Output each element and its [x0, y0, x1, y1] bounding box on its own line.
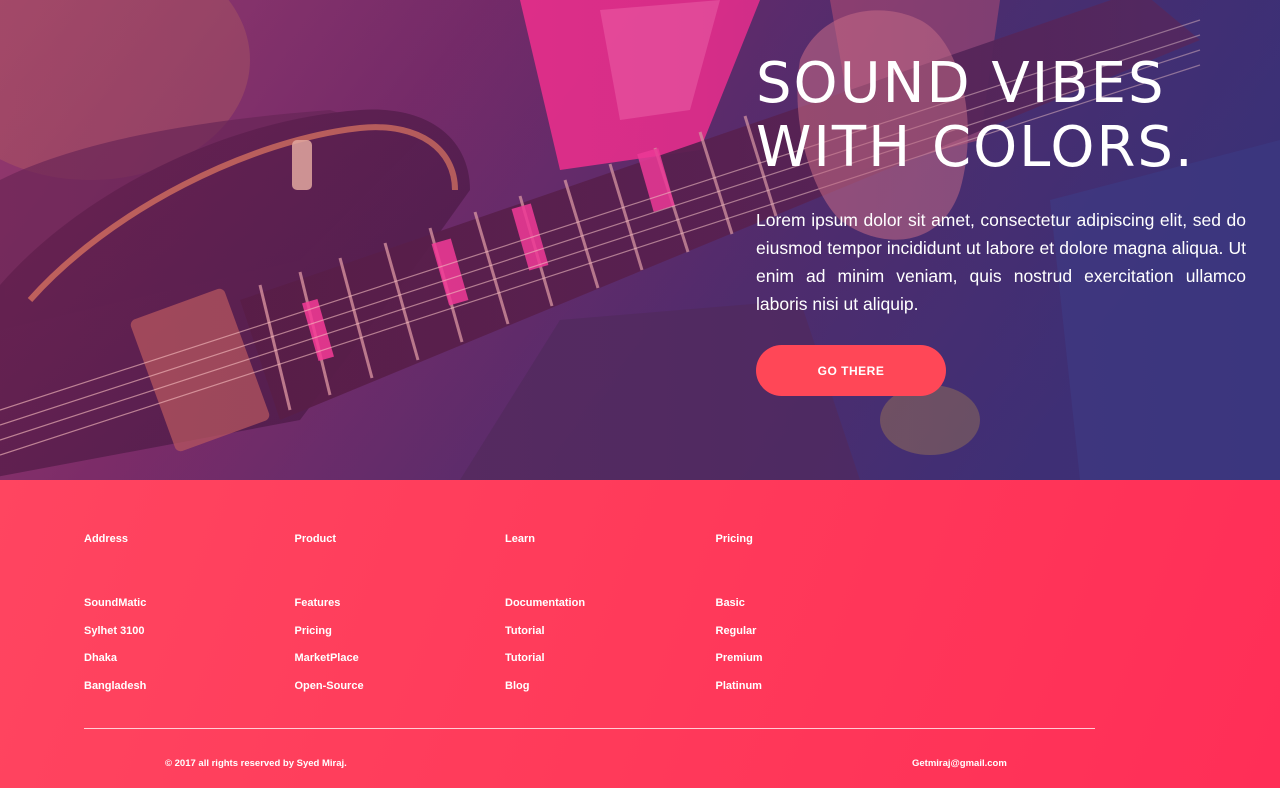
footer-link-blog[interactable]: Blog: [505, 679, 716, 693]
footer-address-line: Bangladesh: [84, 679, 147, 692]
footer: Address SoundMatic Sylhet 3100 Dhaka Ban…: [0, 480, 1280, 788]
footer-divider: [84, 728, 1095, 729]
footer-column-product: Product Features Pricing MarketPlace Ope…: [295, 532, 506, 706]
footer-link-tutorial[interactable]: Tutorial: [505, 651, 716, 665]
footer-list-pricing: Basic Regular Premium Platinum: [716, 596, 927, 693]
footer-link-features[interactable]: Features: [295, 596, 506, 610]
footer-link-platinum[interactable]: Platinum: [716, 679, 927, 693]
footer-link-regular[interactable]: Regular: [716, 624, 927, 638]
hero-title-line-1: SOUND VIBES: [756, 51, 1166, 116]
footer-list-address: SoundMatic Sylhet 3100 Dhaka Bangladesh: [84, 596, 295, 693]
footer-link-open-source[interactable]: Open-Source: [295, 679, 506, 693]
hero-title-line-2: WITH COLORS.: [756, 115, 1195, 180]
footer-link-pricing[interactable]: Pricing: [295, 624, 506, 638]
footer-column-pricing: Pricing Basic Regular Premium Platinum: [716, 532, 927, 706]
footer-heading-pricing: Pricing: [715, 533, 753, 545]
footer-heading-address: Address: [84, 533, 129, 545]
hero-content: SOUND VIBES WITH COLORS. Lorem ipsum dol…: [756, 52, 1246, 396]
footer-link-tutorial[interactable]: Tutorial: [505, 624, 716, 638]
hero-title: SOUND VIBES WITH COLORS.: [756, 52, 1246, 180]
hero-description: Lorem ipsum dolor sit amet, consectetur …: [756, 210, 1246, 314]
contact-email[interactable]: Getmiraj@gmail.com: [912, 758, 1007, 770]
footer-link-basic[interactable]: Basic: [716, 596, 927, 610]
footer-address-line: SoundMatic: [84, 597, 147, 609]
copyright-text: © 2017 all rights reserved by Syed Miraj…: [165, 758, 347, 769]
footer-columns: Address SoundMatic Sylhet 3100 Dhaka Ban…: [84, 532, 926, 706]
footer-list-product: Features Pricing MarketPlace Open-Source: [295, 596, 506, 693]
footer-list-learn: Documentation Tutorial Tutorial Blog: [505, 596, 716, 693]
footer-link-premium[interactable]: Premium: [716, 651, 927, 665]
footer-address-line: Dhaka: [84, 652, 118, 665]
footer-address-line: Sylhet 3100: [84, 624, 145, 637]
hero-section: SOUND VIBES WITH COLORS. Lorem ipsum dol…: [0, 0, 1280, 480]
footer-link-documentation[interactable]: Documentation: [505, 596, 716, 610]
footer-heading-learn: Learn: [505, 533, 535, 545]
footer-heading-product: Product: [294, 533, 337, 545]
go-there-button[interactable]: GO THERE: [756, 345, 946, 396]
footer-column-address: Address SoundMatic Sylhet 3100 Dhaka Ban…: [84, 532, 295, 706]
footer-link-marketplace[interactable]: MarketPlace: [295, 651, 506, 665]
footer-column-learn: Learn Documentation Tutorial Tutorial Bl…: [505, 532, 716, 706]
